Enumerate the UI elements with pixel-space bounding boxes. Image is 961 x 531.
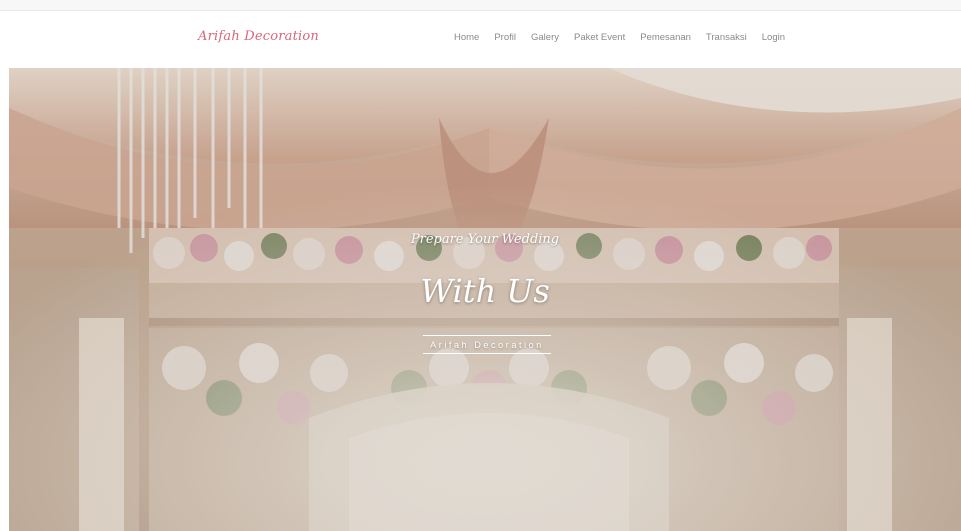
nav-link-paket-event[interactable]: Paket Event bbox=[574, 32, 625, 43]
nav-links: Home Profil Galery Paket Event Pemesanan… bbox=[454, 32, 785, 43]
browser-top-edge bbox=[0, 0, 961, 11]
nav-link-login[interactable]: Login bbox=[762, 32, 785, 43]
nav-link-home[interactable]: Home bbox=[454, 32, 479, 43]
brand-logo[interactable]: Arifah Decoration bbox=[198, 29, 319, 44]
hero-text-block: Prepare Your Wedding With Us Arifah Deco… bbox=[9, 68, 961, 531]
nav-link-pemesanan[interactable]: Pemesanan bbox=[640, 32, 691, 43]
hero-title: With Us bbox=[420, 272, 550, 310]
nav-link-galery[interactable]: Galery bbox=[531, 32, 559, 43]
nav-link-transaksi[interactable]: Transaksi bbox=[706, 32, 747, 43]
hero-tagline: Arifah Decoration bbox=[423, 335, 551, 354]
nav-link-profil[interactable]: Profil bbox=[494, 32, 516, 43]
navbar: Arifah Decoration Home Profil Galery Pak… bbox=[0, 11, 961, 68]
page: Arifah Decoration Home Profil Galery Pak… bbox=[0, 0, 961, 531]
hero-subtitle: Prepare Your Wedding bbox=[410, 232, 560, 247]
hero-banner: Prepare Your Wedding With Us Arifah Deco… bbox=[9, 68, 961, 531]
